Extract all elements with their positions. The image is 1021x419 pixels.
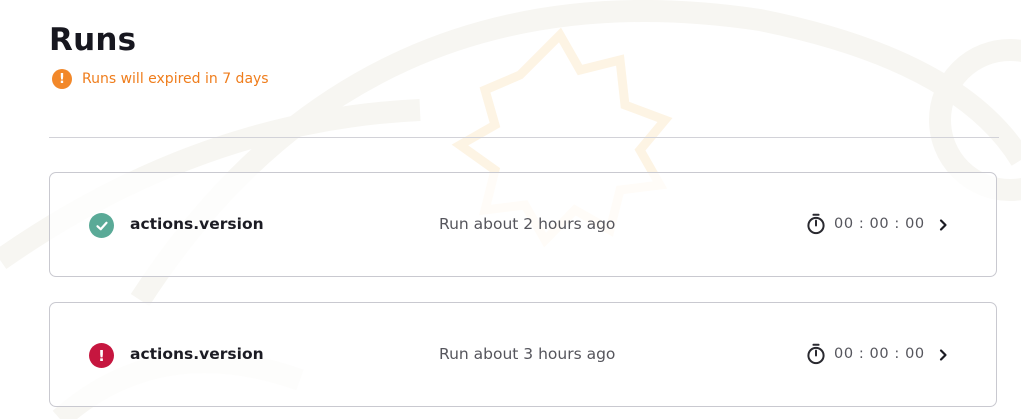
run-card[interactable]: actions.version Run about 2 hours ago 00… (49, 172, 997, 277)
runs-page: Runs ! Runs will expired in 7 days actio… (0, 0, 1021, 419)
run-time: Run about 2 hours ago (439, 215, 616, 233)
exclamation-circle-icon: ! (89, 343, 114, 368)
run-duration-value: 00 : 00 : 00 (834, 216, 925, 232)
stopwatch-icon (807, 343, 825, 365)
run-duration: 00 : 00 : 00 (806, 343, 925, 365)
exclamation-circle-icon: ! (52, 69, 72, 89)
run-duration: 00 : 00 : 00 (806, 213, 925, 235)
check-circle-icon (89, 213, 114, 238)
stopwatch-icon (807, 213, 825, 235)
chevron-right-icon[interactable] (936, 218, 950, 232)
page-title: Runs (49, 22, 137, 58)
divider (49, 137, 999, 138)
run-card[interactable]: ! actions.version Run about 3 hours ago … (49, 302, 997, 407)
chevron-right-icon[interactable] (936, 348, 950, 362)
run-duration-value: 00 : 00 : 00 (834, 346, 925, 362)
run-name: actions.version (130, 215, 264, 233)
expiry-notice-text: Runs will expired in 7 days (82, 71, 269, 87)
run-time: Run about 3 hours ago (439, 345, 616, 363)
expiry-notice: ! Runs will expired in 7 days (52, 69, 269, 89)
run-name: actions.version (130, 345, 264, 363)
